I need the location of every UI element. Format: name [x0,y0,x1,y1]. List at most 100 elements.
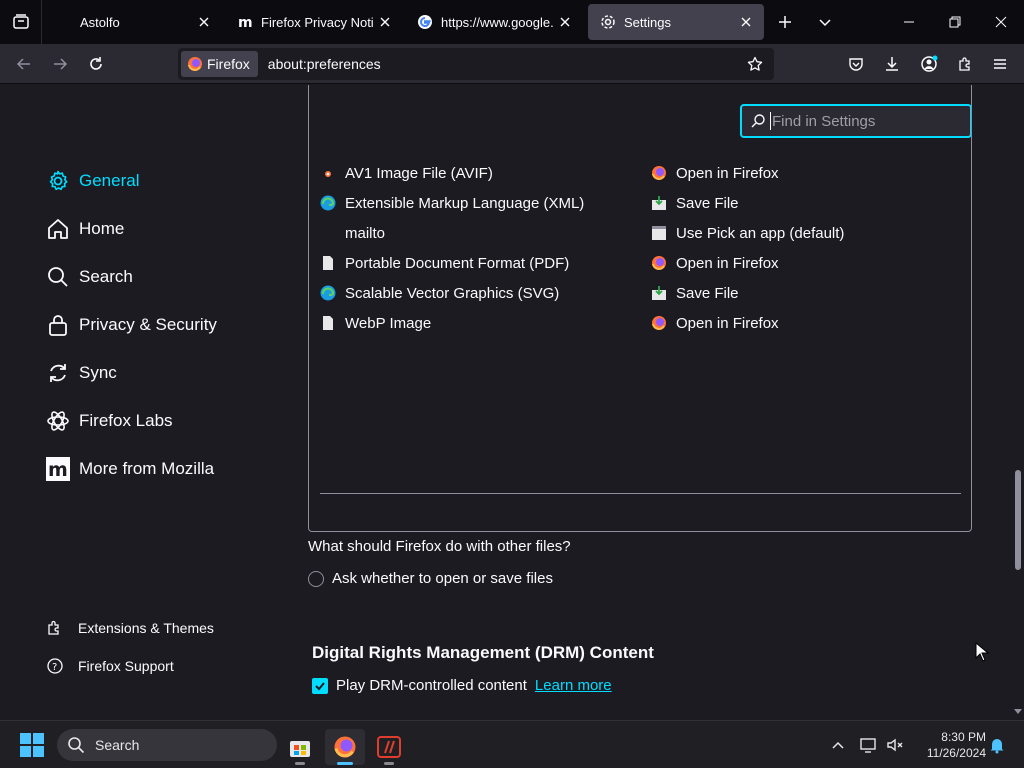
drm-checkbox[interactable] [312,677,328,694]
url-bar[interactable]: Firefox about:preferences [178,48,774,80]
reload-button[interactable] [82,50,110,78]
vertical-scrollbar[interactable] [1012,85,1024,720]
taskbar-app-firefox[interactable] [325,729,365,765]
footer-link-label: Extensions & Themes [78,620,214,636]
list-item[interactable]: WebP Image Open in Firefox [320,308,960,338]
forward-button[interactable] [46,50,74,78]
drm-learn-more-link[interactable]: Learn more [535,677,612,694]
close-window-button[interactable] [987,8,1015,36]
category-label: Home [79,219,125,238]
category-label: More from Mozilla [79,459,215,478]
taskbar-search-box[interactable]: Search [57,729,277,761]
scrollbar-thumb[interactable] [1015,470,1021,570]
download-icon [886,57,898,71]
help-icon: ? [46,657,64,675]
back-button[interactable] [10,50,38,78]
ask-open-save-option[interactable]: Ask whether to open or save files [308,570,553,587]
windows-start-icon[interactable] [20,733,44,757]
pocket-button[interactable] [842,50,870,78]
hamburger-menu-icon [994,59,1006,69]
tab-label: https://www.google.co [441,14,553,30]
category-search[interactable]: Search [46,262,133,292]
content-type-label: AV1 Image File (AVIF) [345,164,493,182]
new-tab-button[interactable] [771,8,799,36]
firefox-view-button[interactable] [0,0,42,44]
mozilla-m-icon: m [46,457,70,481]
preferences-content: General Home Search Privacy & Security S… [0,85,1024,720]
clock-date: 11/26/2024 [926,746,986,760]
list-item[interactable]: Portable Document Format (PDF) Open in F… [320,248,960,278]
svg-text:m: m [48,459,68,481]
gear-icon [600,14,616,30]
network-status-button[interactable] [859,735,879,755]
minimize-window-button[interactable] [895,8,923,36]
close-tab-button[interactable] [734,10,758,34]
radio-button[interactable] [308,570,324,587]
mozilla-m-icon: m [237,14,253,30]
taskbar-search-label: Search [95,737,140,753]
list-item[interactable]: Scalable Vector Graphics (SVG) Save File [320,278,960,308]
list-item[interactable]: AV1 Image File (AVIF) Open in Firefox [320,158,960,188]
category-general[interactable]: General [46,166,139,196]
close-tab-button[interactable] [192,10,216,34]
category-more-from-mozilla[interactable]: m More from Mozilla [46,454,214,484]
footer-link-label: Firefox Support [78,658,174,674]
close-tab-button[interactable] [373,10,397,34]
search-icon [68,737,85,754]
category-firefox-labs[interactable]: Firefox Labs [46,406,173,436]
downloads-button[interactable] [878,50,906,78]
firefox-icon [188,57,202,71]
identity-box[interactable]: Firefox [181,51,258,77]
extensions-themes-link[interactable]: Extensions & Themes [46,617,214,639]
drm-checkbox-label[interactable]: Play DRM-controlled content [336,677,527,694]
category-sync[interactable]: Sync [46,358,117,388]
tab-google[interactable]: https://www.google.co [405,4,583,40]
blank-page-icon [56,14,72,30]
identity-label: Firefox [207,56,250,72]
save-file-icon [651,195,667,211]
puzzle-icon [959,57,970,71]
content-type-label: Extensible Markup Language (XML) [345,194,585,212]
account-button[interactable] [915,50,943,78]
url-text[interactable]: about:preferences [268,56,381,72]
category-home[interactable]: Home [46,214,124,244]
tab-label: Settings [624,14,671,30]
bookmark-star-button[interactable] [742,51,768,77]
avif-icon [320,165,336,181]
home-icon [46,217,70,241]
taskbar-app-store[interactable] [280,729,320,765]
puzzle-icon [46,619,64,637]
app-picker-icon [651,225,667,241]
firefox-support-link[interactable]: ? Firefox Support [46,655,174,677]
list-item[interactable]: Extensible Markup Language (XML) Save Fi… [320,188,960,218]
close-icon [380,17,390,27]
extensions-button[interactable] [951,50,979,78]
notifications-button[interactable] [987,735,1007,755]
close-tab-button[interactable] [553,10,577,34]
list-item[interactable]: mailto Use Pick an app (default) [320,218,960,248]
document-icon [320,255,336,271]
chevron-up-icon [832,741,844,749]
svg-text:m: m [238,15,253,30]
tab-settings[interactable]: Settings [588,4,764,40]
star-icon [747,56,763,71]
firefox-icon [651,255,667,271]
scroll-down-arrow-icon[interactable] [1014,707,1022,715]
menu-button[interactable] [986,50,1014,78]
content-type-label: WebP Image [345,314,432,332]
restore-window-button[interactable] [941,8,969,36]
firefox-view-icon [12,14,29,29]
system-clock[interactable]: 8:30 PM 11/26/2024 [910,729,986,761]
content-type-label: mailto [345,224,386,242]
tab-privacy-notice[interactable]: m Firefox Privacy Notice - [225,4,403,40]
list-all-tabs-button[interactable] [811,8,839,36]
tab-astolfo[interactable]: Astolfo [44,4,222,40]
minimize-icon [904,21,914,23]
volume-button[interactable] [885,735,905,755]
category-privacy[interactable]: Privacy & Security [46,310,217,340]
gear-icon [46,169,70,193]
firefox-icon [651,165,667,181]
taskbar-app-terminal[interactable] [369,729,409,765]
show-hidden-icons-button[interactable] [828,735,848,755]
tab-label: Firefox Privacy Notice - [261,14,373,30]
